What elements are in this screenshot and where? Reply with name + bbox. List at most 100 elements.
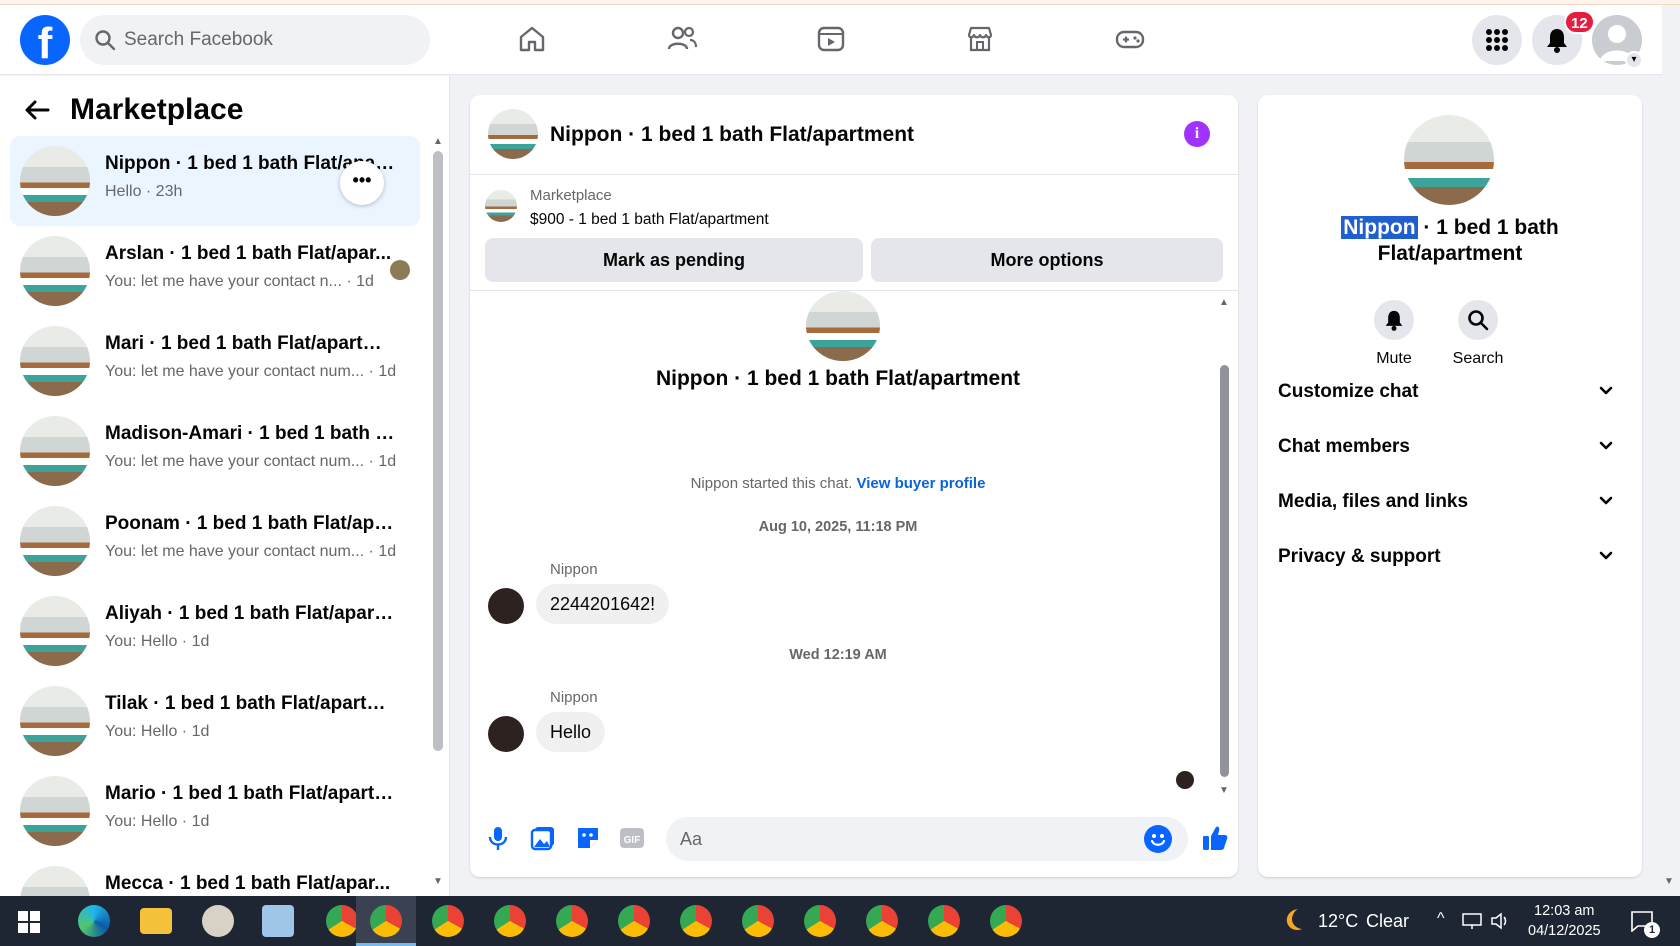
search-label: Search: [1452, 350, 1504, 367]
gaming-icon[interactable]: [1108, 17, 1152, 61]
top-navigation-bar: f 12 ▾: [0, 5, 1662, 75]
photo-icon[interactable]: [528, 823, 558, 853]
listing-thumbnail[interactable]: [485, 190, 517, 222]
conversation-snippet: You: let me have your contact num... · 1…: [105, 543, 397, 560]
home-icon[interactable]: [510, 17, 554, 61]
page-scroll-down-arrow-icon[interactable]: ▼: [1664, 876, 1674, 887]
chevron-down-icon: [1598, 438, 1614, 459]
sender-name: Nippon: [550, 689, 598, 706]
search-box[interactable]: [80, 15, 430, 65]
more-options-button[interactable]: •••: [340, 161, 384, 205]
message-bubble[interactable]: Hello: [536, 712, 606, 752]
thumbs-up-icon[interactable]: [1200, 823, 1230, 853]
clock-date: 04/12/2025: [1528, 923, 1601, 939]
chat-header-title[interactable]: Nippon · 1 bed 1 bath Flat/apartment: [550, 123, 914, 147]
sidebar-scrollbar[interactable]: [433, 151, 443, 751]
network-icon[interactable]: [1462, 912, 1482, 935]
chevron-down-icon: [1598, 548, 1614, 569]
chevron-down-icon: [1598, 383, 1614, 404]
chrome-icon[interactable]: [370, 905, 402, 937]
chrome-icon[interactable]: [804, 905, 836, 937]
message-composer: GIF: [470, 809, 1238, 869]
conversation-item[interactable]: Tilak · 1 bed 1 bath Flat/apartment You:…: [10, 676, 420, 766]
scroll-down-arrow-icon[interactable]: ▼: [433, 876, 443, 887]
mute-button[interactable]: Mute: [1354, 300, 1434, 368]
notepad-app-icon[interactable]: [262, 905, 294, 937]
conversation-item[interactable]: Aliyah · 1 bed 1 bath Flat/apartm... You…: [10, 586, 420, 676]
chevron-up-icon[interactable]: ^: [1437, 910, 1445, 928]
chrome-icon[interactable]: [618, 905, 650, 937]
info-icon[interactable]: i: [1184, 121, 1210, 147]
listing-thumbnail: [20, 326, 90, 396]
listing-thumbnail[interactable]: [488, 109, 538, 159]
chrome-icon[interactable]: [928, 905, 960, 937]
conversation-item[interactable]: Madison-Amari · 1 bed 1 bath Fl... You: …: [10, 406, 420, 496]
conversation-item[interactable]: Mario · 1 bed 1 bath Flat/apartm... You:…: [10, 766, 420, 856]
chrome-icon[interactable]: [432, 905, 464, 937]
chevron-down-icon: [1598, 493, 1614, 514]
conversation-item[interactable]: Nippon · 1 bed 1 bath Flat/apartment Hel…: [10, 136, 420, 226]
sender-avatar[interactable]: [488, 716, 524, 752]
moon-weather-icon[interactable]: [1280, 906, 1308, 939]
message-input-box[interactable]: [666, 817, 1188, 861]
marketplace-icon[interactable]: [958, 17, 1002, 61]
chat-members-section[interactable]: Chat members: [1278, 426, 1622, 470]
listing-price[interactable]: $900 - 1 bed 1 bath Flat/apartment: [530, 211, 769, 229]
conversation-title: Arslan · 1 bed 1 bath Flat/apar...: [105, 243, 392, 264]
facebook-logo[interactable]: f: [20, 15, 70, 65]
chat-scrollbar[interactable]: [1220, 365, 1229, 777]
speaker-icon[interactable]: [1490, 912, 1510, 935]
edge-browser-icon[interactable]: [78, 905, 110, 937]
chrome-icon[interactable]: [990, 905, 1022, 937]
view-buyer-profile-link[interactable]: View buyer profile: [857, 475, 986, 492]
conversation-item[interactable]: Poonam · 1 bed 1 bath Flat/apart... You:…: [10, 496, 420, 586]
microphone-icon[interactable]: [483, 823, 513, 853]
chrome-icon[interactable]: [556, 905, 588, 937]
back-arrow-icon[interactable]: [24, 94, 56, 126]
customize-chat-section[interactable]: Customize chat: [1278, 371, 1622, 415]
emoji-icon[interactable]: [1144, 825, 1172, 853]
listing-thumbnail[interactable]: [1404, 115, 1494, 205]
clock[interactable]: 12:03 am 04/12/2025: [1528, 901, 1601, 941]
chrome-icon[interactable]: [742, 905, 774, 937]
media-files-links-section[interactable]: Media, files and links: [1278, 481, 1622, 525]
message-input[interactable]: [680, 817, 1120, 861]
sticker-icon[interactable]: [573, 823, 603, 853]
file-explorer-icon[interactable]: [140, 908, 172, 934]
weather-description[interactable]: Clear: [1366, 911, 1409, 932]
grid-menu-icon[interactable]: [1472, 15, 1522, 65]
scroll-up-arrow-icon[interactable]: ▲: [1219, 297, 1229, 308]
account-caret-icon[interactable]: ▾: [1625, 51, 1643, 69]
sender-avatar[interactable]: [488, 588, 524, 624]
mark-as-pending-button[interactable]: Mark as pending: [485, 238, 863, 282]
windows-start-icon[interactable]: [18, 911, 40, 938]
chrome-icon[interactable]: [680, 905, 712, 937]
scroll-up-arrow-icon[interactable]: ▲: [433, 136, 443, 147]
privacy-support-section[interactable]: Privacy & support: [1278, 536, 1622, 580]
chrome-icon[interactable]: [866, 905, 898, 937]
svg-text:GIF: GIF: [624, 835, 641, 846]
weather-temperature[interactable]: 12°C: [1318, 911, 1358, 932]
message-bubble[interactable]: 2244201642!: [536, 584, 670, 624]
conversation-title: Mecca · 1 bed 1 bath Flat/apar...: [105, 873, 391, 894]
conversation-item[interactable]: Arslan · 1 bed 1 bath Flat/apar... You: …: [10, 226, 420, 316]
more-options-button[interactable]: More options: [871, 238, 1223, 282]
conversation-item[interactable]: Mecca · 1 bed 1 bath Flat/apar...: [10, 856, 420, 896]
chrome-icon[interactable]: [494, 905, 526, 937]
search-input[interactable]: [124, 15, 414, 65]
conversation-item[interactable]: Mari · 1 bed 1 bath Flat/apartment You: …: [10, 316, 420, 406]
conversation-title: Mario · 1 bed 1 bath Flat/apartm...: [105, 783, 395, 804]
gif-icon[interactable]: GIF: [617, 823, 647, 853]
video-icon[interactable]: [809, 17, 853, 61]
notifications-badge: 12: [1564, 10, 1595, 34]
listing-thumbnail: [20, 776, 90, 846]
scroll-down-arrow-icon[interactable]: ▼: [1219, 785, 1229, 796]
page-title: Marketplace: [70, 93, 244, 126]
chrome-icon[interactable]: [326, 905, 358, 937]
listing-thumbnail: [20, 236, 90, 306]
friends-icon[interactable]: [660, 17, 704, 61]
paint-app-icon[interactable]: [202, 905, 234, 937]
search-in-chat-button[interactable]: Search: [1438, 300, 1518, 368]
listing-thumbnail: [20, 686, 90, 756]
conversation-snippet: You: let me have your contact num... · 1…: [105, 363, 397, 380]
